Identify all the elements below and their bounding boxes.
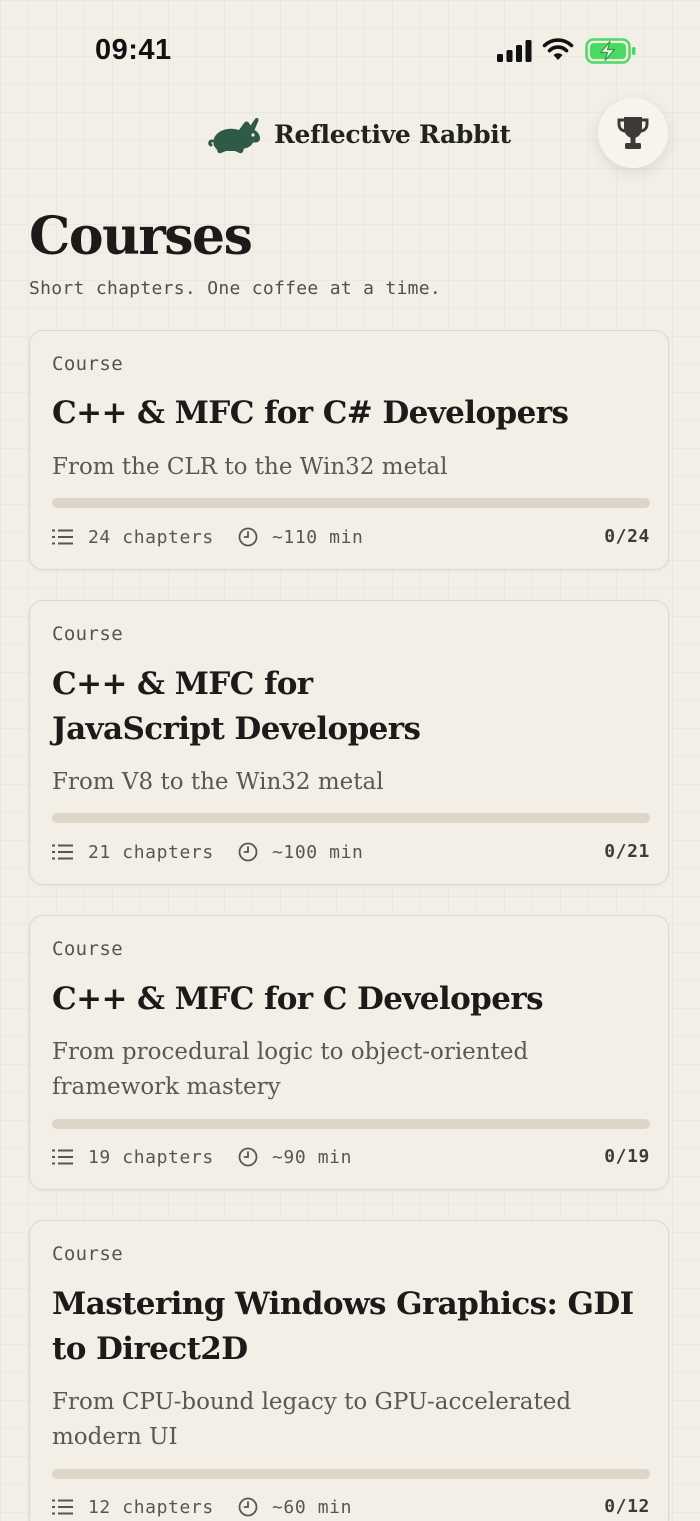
status-time: 09:41 xyxy=(95,34,172,66)
chapters-count: 19 chapters xyxy=(88,1146,214,1168)
course-card[interactable]: Course C++ & MFC for C# Developers From … xyxy=(29,330,669,570)
course-card[interactable]: Course C++ & MFC for JavaScript Develope… xyxy=(29,600,669,885)
wifi-icon xyxy=(542,38,574,60)
duration-text: ~60 min xyxy=(272,1496,353,1518)
course-title: C++ & MFC for JavaScript Developers xyxy=(52,666,421,747)
clock-icon xyxy=(238,1497,258,1517)
cellular-signal-icon xyxy=(497,40,532,62)
course-progress-bar xyxy=(52,1469,650,1479)
duration-meta: ~110 min xyxy=(238,525,364,549)
course-card[interactable]: Course Mastering Windows Graphics: GDI t… xyxy=(29,1220,669,1521)
course-meta: 21 chapters ~100 min 0/21 xyxy=(52,840,650,864)
course-description: From V8 to the Win32 metal xyxy=(52,769,384,795)
duration-text: ~100 min xyxy=(272,841,364,863)
progress-count: 0/12 xyxy=(604,1496,650,1517)
battery-charging-icon xyxy=(585,38,636,64)
course-progress-bar xyxy=(52,498,650,508)
duration-meta: ~60 min xyxy=(238,1495,352,1519)
page-title: Courses xyxy=(29,206,253,267)
clock-icon xyxy=(238,527,258,547)
course-meta: 19 chapters ~90 min 0/19 xyxy=(52,1145,650,1169)
course-progress-bar xyxy=(52,1119,650,1129)
course-meta: 24 chapters ~110 min 0/24 xyxy=(52,525,650,549)
list-icon xyxy=(52,529,73,545)
course-title: C++ & MFC for C# Developers xyxy=(52,395,569,431)
progress-count: 0/19 xyxy=(604,1146,650,1167)
status-bar: 09:41 xyxy=(0,0,700,100)
progress-count: 0/21 xyxy=(604,841,650,862)
app-name: Reflective Rabbit xyxy=(274,119,511,149)
list-icon xyxy=(52,1149,73,1165)
course-description: From CPU-bound legacy to GPU-accelerated… xyxy=(52,1389,572,1450)
rabbit-icon xyxy=(208,117,260,154)
course-title: C++ & MFC for C Developers xyxy=(52,981,544,1017)
clock-icon xyxy=(238,1147,258,1167)
course-card[interactable]: Course C++ & MFC for C Developers From p… xyxy=(29,915,669,1190)
chapters-count: 24 chapters xyxy=(88,526,214,548)
course-title: Mastering Windows Graphics: GDI to Direc… xyxy=(52,1286,634,1367)
brand-header: Reflective Rabbit xyxy=(208,112,511,156)
chapters-count: 12 chapters xyxy=(88,1496,214,1518)
chapters-meta: 24 chapters xyxy=(52,525,214,549)
chapters-count: 21 chapters xyxy=(88,841,214,863)
page-subtitle: Short chapters. One coffee at a time. xyxy=(29,278,442,299)
achievements-button[interactable] xyxy=(598,98,668,168)
course-progress-bar xyxy=(52,813,650,823)
course-meta: 12 chapters ~60 min 0/12 xyxy=(52,1495,650,1519)
duration-meta: ~90 min xyxy=(238,1145,352,1169)
duration-meta: ~100 min xyxy=(238,840,364,864)
list-icon xyxy=(52,1499,73,1515)
trophy-icon xyxy=(617,117,649,149)
progress-count: 0/24 xyxy=(604,526,650,547)
list-icon xyxy=(52,844,73,860)
course-description: From procedural logic to object-oriented… xyxy=(52,1039,529,1100)
course-kicker: Course xyxy=(52,938,124,960)
chapters-meta: 21 chapters xyxy=(52,840,214,864)
course-kicker: Course xyxy=(52,623,124,645)
course-description: From the CLR to the Win32 metal xyxy=(52,454,448,480)
duration-text: ~90 min xyxy=(272,1146,353,1168)
chapters-meta: 19 chapters xyxy=(52,1145,214,1169)
duration-text: ~110 min xyxy=(272,526,364,548)
course-kicker: Course xyxy=(52,353,124,375)
chapters-meta: 12 chapters xyxy=(52,1495,214,1519)
course-kicker: Course xyxy=(52,1243,124,1265)
clock-icon xyxy=(238,842,258,862)
